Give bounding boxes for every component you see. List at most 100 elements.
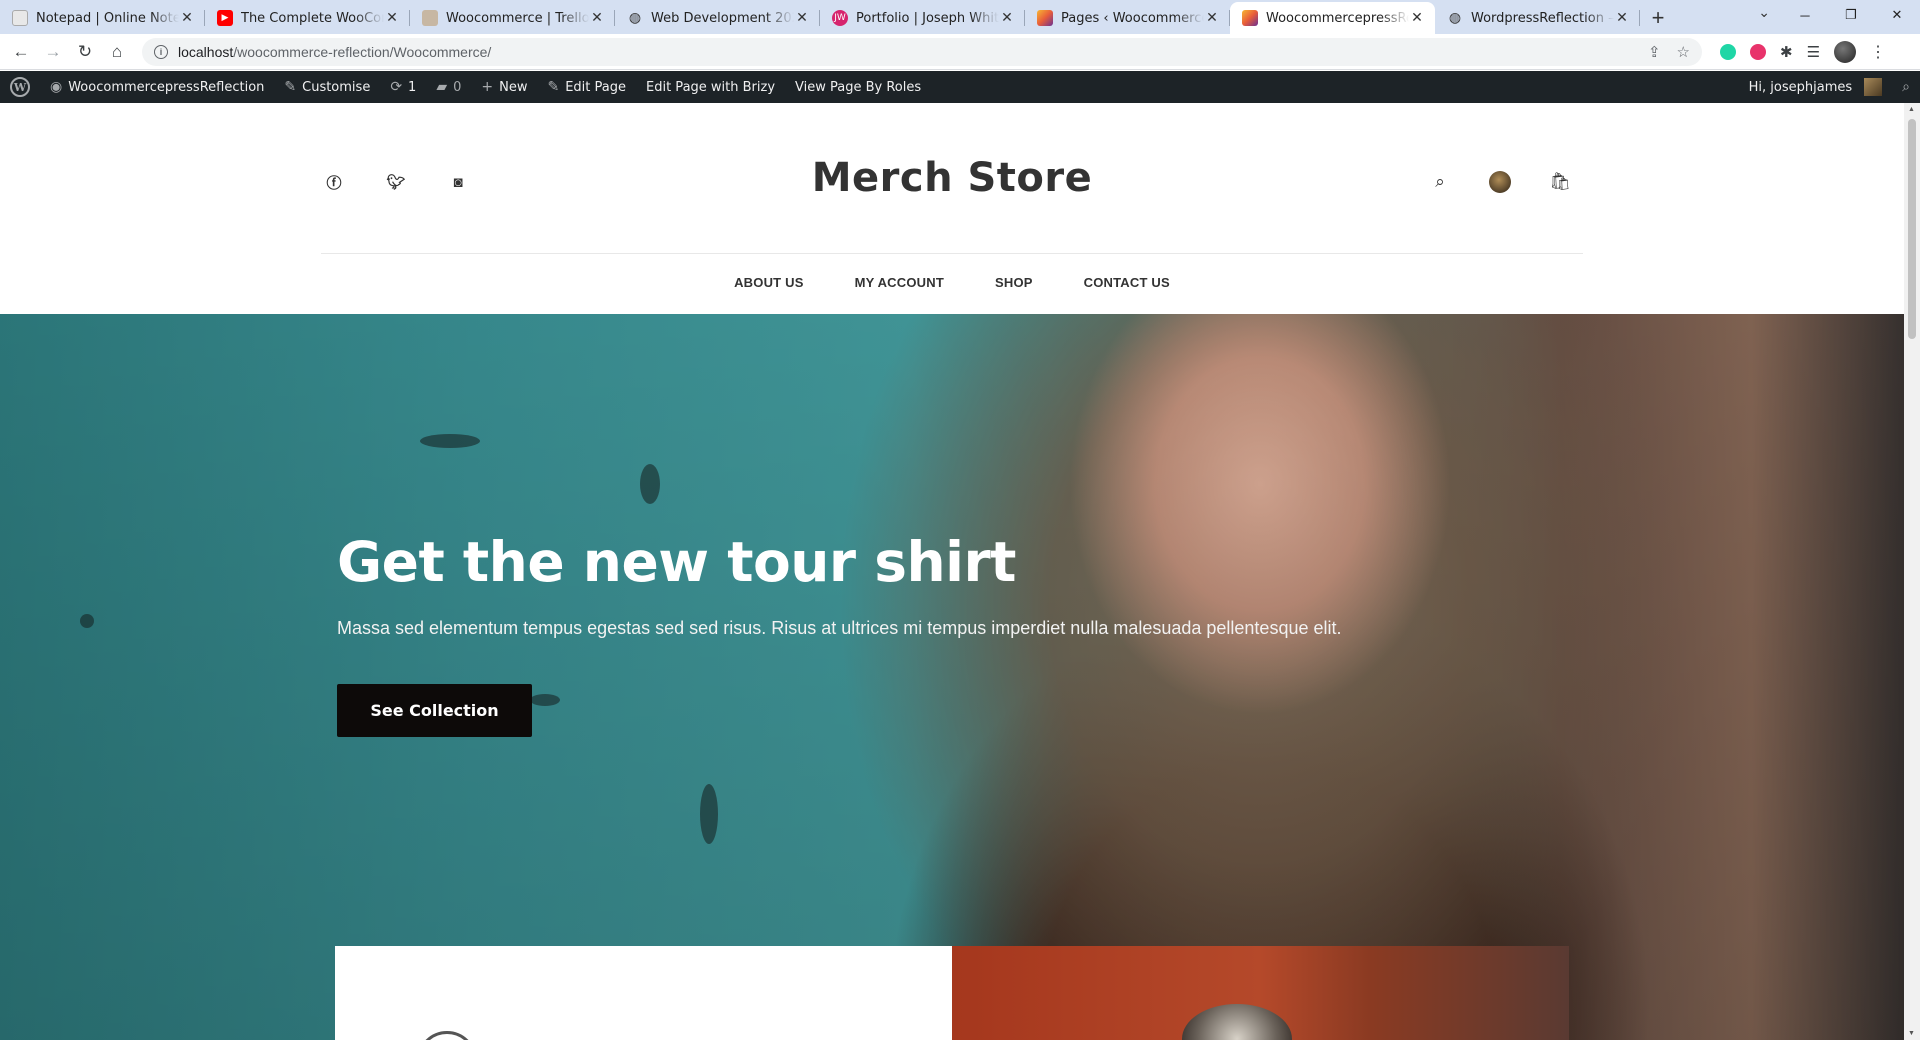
scroll-down-icon[interactable]: ▼ xyxy=(1908,1030,1915,1037)
tab-title: WoocommercepressReflec xyxy=(1266,10,1409,26)
greeting: Hi, josephjames xyxy=(1748,79,1853,95)
account-menu[interactable]: Hi, josephjames xyxy=(1739,71,1893,103)
nav-my-account[interactable]: MY ACCOUNT xyxy=(855,275,944,290)
hero-title: Get the new tour shirt xyxy=(337,530,1016,594)
comments-link[interactable]: ▰ 0 xyxy=(426,71,471,103)
plus-icon: + xyxy=(481,79,494,95)
hero-background-photo xyxy=(0,314,1904,1040)
search-icon[interactable]: ⌕ xyxy=(1425,167,1455,197)
extension-green-icon[interactable] xyxy=(1720,43,1736,60)
site-name: WoocommercepressReflection xyxy=(68,79,265,95)
close-tab-icon[interactable]: ✕ xyxy=(1614,10,1630,26)
browser-tab[interactable]: JW Portfolio | Joseph Whittle ✕ xyxy=(820,2,1025,34)
feature-card-avatar xyxy=(417,1031,477,1040)
edit-page-link[interactable]: ✎ Edit Page xyxy=(537,71,636,103)
updates-count: 1 xyxy=(408,79,417,95)
wordpress-logo-icon: W xyxy=(10,77,30,97)
edit-brizy-link[interactable]: Edit Page with Brizy xyxy=(636,71,785,103)
new-content-menu[interactable]: + New xyxy=(471,71,537,103)
browser-tab-strip: Notepad | Online Notes free ✕ ▶ The Comp… xyxy=(0,0,1920,34)
back-icon[interactable]: ← xyxy=(6,37,36,67)
reload-icon[interactable]: ↻ xyxy=(70,37,100,67)
home-icon[interactable]: ⌂ xyxy=(102,37,132,67)
browser-tab[interactable]: Woocommerce | Trello ✕ xyxy=(410,2,615,34)
site-name-menu[interactable]: ◉ WoocommercepressReflection xyxy=(40,71,274,103)
wp-admin-bar: W ◉ WoocommercepressReflection ✎ Customi… xyxy=(0,71,1920,103)
tab-title: Portfolio | Joseph Whittle xyxy=(856,10,999,26)
globe-favicon-icon: ◍ xyxy=(628,10,642,26)
close-tab-icon[interactable]: ✕ xyxy=(999,10,1015,26)
main-navigation: ABOUT US MY ACCOUNT SHOP CONTACT US xyxy=(0,275,1904,290)
close-window-icon[interactable]: ✕ xyxy=(1874,0,1920,30)
new-tab-button[interactable]: + xyxy=(1640,2,1676,34)
share-icon[interactable]: ⇪ xyxy=(1648,43,1661,61)
bookmark-star-icon[interactable]: ☆ xyxy=(1677,43,1690,61)
scroll-up-icon[interactable]: ▲ xyxy=(1908,106,1915,113)
browser-tab[interactable]: Notepad | Online Notes free ✕ xyxy=(0,2,205,34)
new-label: New xyxy=(499,79,528,95)
admin-avatar xyxy=(1864,78,1883,96)
extension-pink-icon[interactable] xyxy=(1750,43,1766,60)
more-menu-icon[interactable]: ⋮ xyxy=(1870,42,1886,62)
page-scrollbar[interactable]: ▲ ▼ xyxy=(1904,103,1920,1040)
tab-title: Woocommerce | Trello xyxy=(446,10,589,26)
tab-title: The Complete WooCommerce xyxy=(241,10,384,26)
reading-list-icon[interactable]: ☰ xyxy=(1807,43,1820,61)
comment-icon: ▰ xyxy=(436,79,448,95)
close-tab-icon[interactable]: ✕ xyxy=(589,10,605,26)
dashboard-icon: ◉ xyxy=(50,79,63,95)
extensions-area: ✱ ☰ ⋮ xyxy=(1720,40,1886,63)
forward-icon[interactable]: → xyxy=(38,37,68,67)
rust-speck xyxy=(420,434,480,448)
tab-title: WordpressReflection – A te xyxy=(1471,10,1614,26)
close-tab-icon[interactable]: ✕ xyxy=(179,10,195,26)
window-controls: ─ ❐ ✕ xyxy=(1782,0,1920,30)
close-tab-icon[interactable]: ✕ xyxy=(1204,10,1220,26)
globe-favicon-icon: ◍ xyxy=(1448,10,1462,26)
browser-tab[interactable]: ◍ Web Development 2021 Ro ✕ xyxy=(615,2,820,34)
profile-avatar[interactable] xyxy=(1834,40,1857,63)
rust-speck xyxy=(80,614,94,628)
close-tab-icon[interactable]: ✕ xyxy=(1409,10,1425,26)
notepad-favicon-icon xyxy=(12,10,28,26)
close-tab-icon[interactable]: ✕ xyxy=(384,10,400,26)
nav-about-us[interactable]: ABOUT US xyxy=(734,275,804,290)
close-tab-icon[interactable]: ✕ xyxy=(794,10,810,26)
site-title[interactable]: Merch Store xyxy=(0,155,1904,201)
puzzle-extensions-icon[interactable]: ✱ xyxy=(1780,43,1793,61)
browser-tab[interactable]: Pages ‹ Woocommercepre ✕ xyxy=(1025,2,1230,34)
tab-search-icon[interactable]: ⌄ xyxy=(1758,4,1770,21)
feature-card xyxy=(335,946,952,1040)
hero-banner: Get the new tour shirt Massa sed element… xyxy=(0,314,1904,1040)
browser-tab[interactable]: ◍ WordpressReflection – A te ✕ xyxy=(1435,2,1640,34)
customise-link[interactable]: ✎ Customise xyxy=(274,71,380,103)
account-avatar[interactable] xyxy=(1489,171,1511,193)
nav-contact-us[interactable]: CONTACT US xyxy=(1084,275,1170,290)
customise-label: Customise xyxy=(302,79,371,95)
hero-subtitle: Massa sed elementum tempus egestas sed s… xyxy=(337,618,1342,638)
updates-link[interactable]: ⟳ 1 xyxy=(380,71,426,103)
see-collection-button[interactable]: See Collection xyxy=(337,684,532,737)
view-by-roles-label: View Page By Roles xyxy=(795,79,922,95)
site-favicon-icon xyxy=(1037,10,1053,26)
tab-title: Notepad | Online Notes free xyxy=(36,10,179,26)
admin-search[interactable]: ⌕ xyxy=(1892,71,1920,103)
url-host: localhost xyxy=(178,43,234,60)
browser-tab-active[interactable]: WoocommercepressReflec ✕ xyxy=(1230,2,1435,34)
cart-icon[interactable]: 🛍︎ xyxy=(1545,167,1575,197)
header-divider xyxy=(321,253,1583,254)
updates-icon: ⟳ xyxy=(390,79,403,95)
pencil-icon: ✎ xyxy=(547,79,560,95)
wp-logo-menu[interactable]: W xyxy=(0,71,40,103)
address-bar[interactable]: i localhost/woocommerce-reflection/Wooco… xyxy=(142,37,1702,66)
paintbrush-icon: ✎ xyxy=(284,79,297,95)
nav-shop[interactable]: SHOP xyxy=(995,275,1033,290)
restore-icon[interactable]: ❐ xyxy=(1828,0,1874,30)
view-by-roles-link[interactable]: View Page By Roles xyxy=(785,71,931,103)
browser-tab[interactable]: ▶ The Complete WooCommerce ✕ xyxy=(205,2,410,34)
site-info-icon[interactable]: i xyxy=(154,44,168,59)
tab-title: Web Development 2021 Ro xyxy=(651,10,794,26)
scrollbar-thumb[interactable] xyxy=(1908,119,1916,339)
minimize-icon[interactable]: ─ xyxy=(1782,0,1828,30)
rust-speck xyxy=(640,464,660,504)
